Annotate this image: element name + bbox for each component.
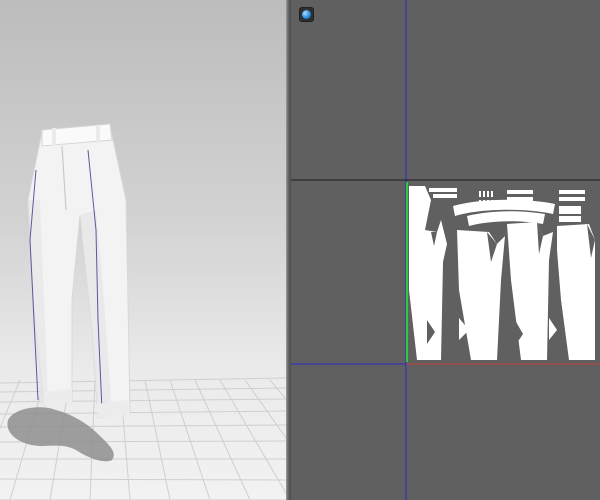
viewport-3d[interactable] xyxy=(0,0,286,500)
sphere-3d-icon[interactable] xyxy=(299,7,314,22)
pattern-pieces[interactable] xyxy=(409,186,595,360)
sphere-dot xyxy=(302,10,311,19)
scene-3d xyxy=(0,123,286,500)
pattern-canvas xyxy=(291,0,600,500)
clo-app-window xyxy=(0,0,600,500)
pants-garment[interactable] xyxy=(27,123,131,419)
viewport-2d[interactable] xyxy=(291,0,600,500)
